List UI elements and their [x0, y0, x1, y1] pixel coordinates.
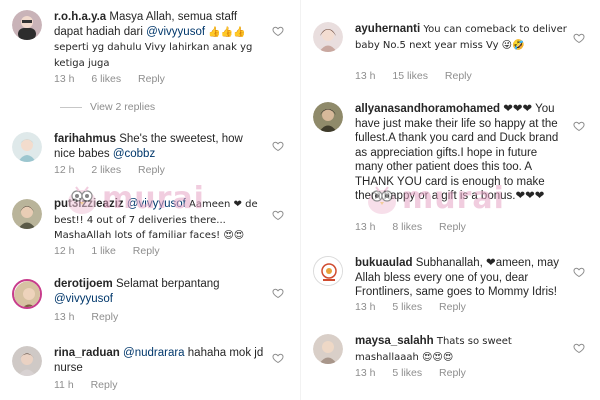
view-replies-button[interactable]: View 2 replies [60, 101, 155, 113]
comment-meta: 13 h 5 likes Reply [355, 301, 480, 313]
comment-meta: 12 h 2 likes Reply [54, 164, 179, 176]
comment-meta: 13 h Reply [54, 311, 132, 323]
likes-count[interactable]: 1 like [91, 245, 116, 257]
comment-content: Selamat berpantang [116, 278, 220, 290]
heart-icon[interactable] [272, 209, 284, 221]
comment-username[interactable]: maysa_salahh [355, 335, 434, 347]
reply-button[interactable]: Reply [133, 245, 160, 257]
likes-count[interactable]: 5 likes [392, 301, 422, 313]
avatar[interactable] [12, 10, 42, 40]
left-comment-column: r.o.h.a.y.a Masya Allah, semua staff dap… [0, 0, 300, 400]
comment-time: 12 h [54, 245, 75, 257]
reply-button[interactable]: Reply [138, 73, 165, 85]
avatar[interactable] [313, 102, 343, 132]
avatar[interactable] [12, 132, 42, 162]
comment-time: 13 h [54, 73, 75, 85]
comment-time: 13 h [355, 301, 376, 313]
comment-username[interactable]: rina_raduan [54, 347, 120, 359]
comment-username[interactable]: derotijoem [54, 278, 113, 290]
view-replies-label: View 2 replies [90, 101, 156, 113]
comment-text: put3izzieaziz @vivyyusof Aameen ❤ de bes… [54, 197, 266, 244]
reply-button[interactable]: Reply [439, 221, 466, 233]
comment-content: ❤❤❤ You have just make their life so hap… [355, 103, 559, 202]
comment-time: 12 h [54, 164, 75, 176]
avatar[interactable] [12, 279, 42, 309]
reply-button[interactable]: Reply [439, 367, 466, 379]
likes-count[interactable]: 5 likes [392, 367, 422, 379]
avatar[interactable] [12, 199, 42, 229]
comment-text: derotijoem Selamat berpantang @vivyyusof [54, 277, 266, 306]
reply-button[interactable]: Reply [445, 70, 472, 82]
right-comment-column: ayuhernanti You can comeback to deliver … [300, 0, 600, 400]
heart-icon[interactable] [573, 120, 585, 132]
reply-button[interactable]: Reply [439, 301, 466, 313]
avatar[interactable] [313, 334, 343, 364]
comment-username[interactable]: farihahmus [54, 133, 116, 145]
comment-meta: 11 h Reply [54, 379, 131, 391]
comment-meta: 13 h 15 likes Reply [355, 70, 486, 82]
comment-meta: 13 h 5 likes Reply [355, 367, 480, 379]
comment-meta: 13 h 6 likes Reply [54, 73, 179, 85]
comment-text: ayuhernanti You can comeback to deliver … [355, 22, 567, 53]
divider-line [60, 106, 82, 108]
likes-count[interactable]: 6 likes [91, 73, 121, 85]
comment-username[interactable]: allyanasandhoramohamed [355, 103, 500, 115]
likes-count[interactable]: 2 likes [91, 164, 121, 176]
comment-meta: 12 h 1 like Reply [54, 245, 174, 257]
avatar[interactable] [313, 256, 343, 286]
comment-time: 11 h [54, 379, 74, 391]
reply-button[interactable]: Reply [91, 379, 118, 391]
comment-text: farihahmus She's the sweetest, how nice … [54, 132, 266, 161]
reply-button[interactable]: Reply [138, 164, 165, 176]
comment-text: maysa_salahh Thats so sweet mashallaaah … [355, 334, 567, 365]
comment-username[interactable]: put3izzieaziz [54, 198, 124, 210]
comment-text: r.o.h.a.y.a Masya Allah, semua staff dap… [54, 10, 266, 71]
mention-link[interactable]: @vivyyusof [127, 198, 186, 210]
likes-count[interactable]: 8 likes [392, 221, 422, 233]
heart-icon[interactable] [272, 140, 284, 152]
reply-button[interactable]: Reply [91, 311, 118, 323]
heart-icon[interactable] [573, 342, 585, 354]
comment-time: 13 h [54, 311, 75, 323]
avatar[interactable] [12, 346, 42, 376]
heart-icon[interactable] [272, 287, 284, 299]
comment-time: 13 h [355, 221, 376, 233]
likes-count[interactable]: 15 likes [392, 70, 428, 82]
comment-time: 13 h [355, 367, 376, 379]
comment-username[interactable]: bukuaulad [355, 257, 413, 269]
mention-link[interactable]: @nudrarara [123, 347, 185, 359]
comment-text: rina_raduan @nudrarara hahaha mok jd nur… [54, 346, 266, 375]
avatar[interactable] [313, 22, 343, 52]
heart-icon[interactable] [573, 266, 585, 278]
heart-icon[interactable] [573, 32, 585, 44]
comment-meta: 13 h 8 likes Reply [355, 221, 480, 233]
comment-username[interactable]: r.o.h.a.y.a [54, 11, 106, 23]
heart-icon[interactable] [272, 25, 284, 37]
mention-link[interactable]: @cobbz [113, 148, 155, 160]
heart-icon[interactable] [272, 352, 284, 364]
comment-text: bukuaulad Subhanallah, ❤ameen, may Allah… [355, 256, 567, 300]
comment-username[interactable]: ayuhernanti [355, 23, 420, 35]
mention-link[interactable]: @vivyyusof [54, 293, 113, 305]
comment-time: 13 h [355, 70, 376, 82]
mention-link[interactable]: @vivyyusof [146, 26, 205, 38]
comment-text: allyanasandhoramohamed ❤❤❤ You have just… [355, 102, 567, 204]
